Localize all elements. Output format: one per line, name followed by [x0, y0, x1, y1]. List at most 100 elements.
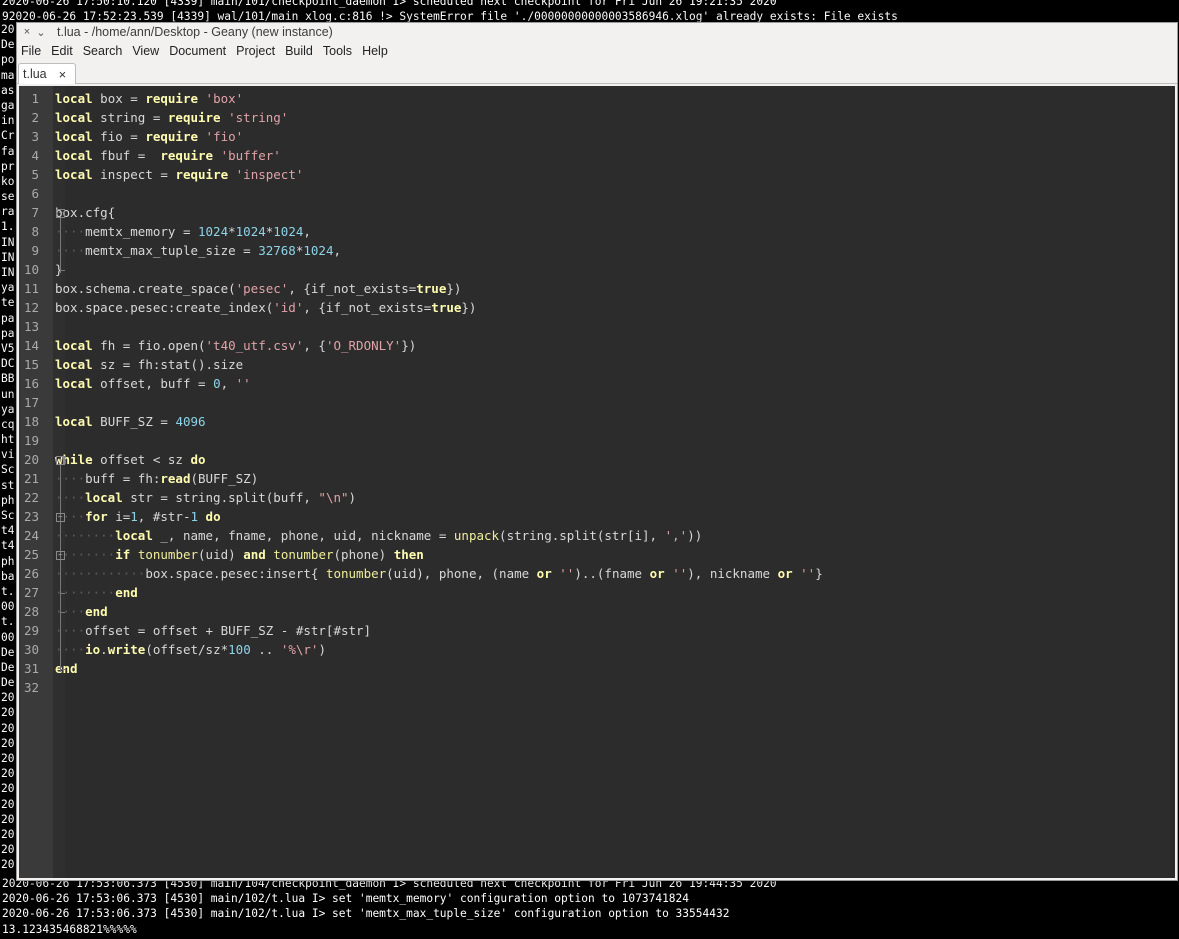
fold-guide: [60, 218, 61, 273]
line-number: 27: [23, 585, 39, 600]
terminal-fragment: se: [1, 190, 15, 204]
menu-item-view[interactable]: View: [132, 44, 159, 58]
code-line[interactable]: ········if tonumber(uid) and tonumber(ph…: [55, 545, 424, 564]
line-number: 12: [23, 300, 39, 315]
code-line[interactable]: local fh = fio.open('t40_utf.csv', {'O_R…: [55, 336, 416, 355]
code-line[interactable]: local sz = fh:stat().size: [55, 355, 243, 374]
menu-item-tools[interactable]: Tools: [323, 44, 352, 58]
line-number: 29: [23, 623, 39, 638]
code-line[interactable]: local box = require 'box': [55, 89, 243, 108]
line-number: 4: [31, 148, 39, 163]
code-line[interactable]: ····local str = string.split(buff, "\n"): [55, 488, 356, 507]
code-line[interactable]: local offset, buff = 0, '': [55, 374, 251, 393]
terminal-line: 2020-06-26 17:50:10.120 [4339] main/101/…: [2, 0, 777, 8]
fold-end-mark: [60, 611, 65, 613]
terminal-fragment: Sc: [1, 509, 15, 522]
terminal-fragment: ma: [1, 68, 15, 82]
code-line[interactable]: ····io.write(offset/sz*100 .. '%\r'): [55, 640, 326, 659]
window-menu-chevron-icon[interactable]: ⌄: [35, 26, 47, 39]
menu-item-search[interactable]: Search: [83, 44, 123, 58]
terminal-fragment: 00: [1, 600, 15, 614]
terminal-fragment: 20: [1, 736, 15, 750]
terminal-left-fragments: 20 De po ma as ga in Cr fa pr ko se ra 1. IN IN IN ya te pa…: [1, 22, 15, 873]
code-line[interactable]: ············box.space.pesec:insert{ tonu…: [55, 564, 823, 583]
line-number: 1: [31, 91, 39, 106]
terminal-fragment: 20: [1, 797, 15, 811]
menu-item-help[interactable]: Help: [362, 44, 388, 58]
code-line[interactable]: ····offset = offset + BUFF_SZ - #str[#st…: [55, 621, 371, 640]
terminal-fragment: De: [1, 645, 15, 659]
terminal-fragment: 20: [1, 752, 15, 765]
code-editor[interactable]: 1 2 3 4 5 6 7 8 9 10 11 12 13 14 15 16 17 18 19 20 21 22 23 24 2…: [19, 86, 1175, 878]
menu-item-project[interactable]: Project: [236, 44, 275, 58]
terminal-fragment: pr: [1, 159, 15, 173]
tab-t-lua[interactable]: t.lua ×: [18, 63, 76, 84]
tab-close-icon[interactable]: ×: [59, 67, 67, 82]
terminal-fragment: st: [1, 478, 15, 492]
line-number: 32: [23, 680, 39, 695]
terminal-bottom-log: 2020-06-26 17:53:06.373 [4530] main/104/…: [2, 876, 777, 937]
title-bar: × ⌄ t.lua - /home/ann/Desktop - Geany (n…: [17, 23, 1177, 41]
line-number: 25: [23, 547, 39, 562]
terminal-fragment: ht: [1, 433, 15, 447]
fold-toggle-icon[interactable]: −: [56, 456, 65, 465]
line-number: 31: [23, 661, 39, 676]
terminal-top-log: 2020-06-26 17:50:10.120 [4339] main/101/…: [2, 0, 898, 24]
menu-item-document[interactable]: Document: [169, 44, 226, 58]
line-number: 17: [23, 395, 39, 410]
code-line[interactable]: ····memtx_memory = 1024*1024*1024,: [55, 222, 311, 241]
line-number: 8: [31, 224, 39, 239]
terminal-fragment: De: [1, 38, 15, 52]
terminal-fragment: fa: [1, 144, 15, 158]
menu-item-build[interactable]: Build: [285, 44, 313, 58]
terminal-fragment: ph: [1, 493, 15, 507]
fold-toggle-icon[interactable]: −: [56, 209, 65, 218]
line-number-gutter: 1 2 3 4 5 6 7 8 9 10 11 12 13 14 15 16 17 18 19 20 21 22 23 24 2…: [19, 86, 53, 878]
code-line[interactable]: box.schema.create_space('pesec', {if_not…: [55, 279, 461, 298]
code-line[interactable]: local fbuf = require 'buffer': [55, 146, 281, 165]
code-line[interactable]: ········local _, name, fname, phone, uid…: [55, 526, 702, 545]
code-line[interactable]: local inspect = require 'inspect': [55, 165, 303, 184]
code-line[interactable]: ····buff = fh:read(BUFF_SZ): [55, 469, 258, 488]
line-number: 5: [31, 167, 39, 182]
code-line[interactable]: ····for i=1, #str-1 do: [55, 507, 221, 526]
terminal-fragment: Cr: [1, 129, 15, 143]
code-line[interactable]: ····memtx_max_tuple_size = 32768*1024,: [55, 241, 341, 260]
code-line[interactable]: local BUFF_SZ = 4096: [55, 412, 206, 431]
vertical-scrollbar[interactable]: [1161, 86, 1175, 878]
terminal-fragment: t.: [1, 584, 15, 598]
fold-toggle-icon[interactable]: −: [56, 513, 65, 522]
terminal-fragment: pa: [1, 311, 15, 325]
terminal-fragment: De: [1, 676, 15, 690]
terminal-fragment: 20: [1, 767, 15, 781]
code-line[interactable]: local string = require 'string': [55, 108, 288, 127]
terminal-fragment: De: [1, 660, 15, 674]
line-number: 19: [23, 433, 39, 448]
line-number: 6: [31, 186, 39, 201]
code-line[interactable]: ········end: [55, 583, 138, 602]
line-number: 21: [23, 471, 39, 486]
terminal-fragment: cq: [1, 417, 15, 431]
tab-bar: t.lua ×: [17, 61, 1177, 84]
line-number: 28: [23, 604, 39, 619]
line-number: 22: [23, 490, 39, 505]
terminal-fragment: 20: [1, 812, 15, 826]
window-close-icon[interactable]: ×: [21, 26, 33, 38]
terminal-fragment: ba: [1, 569, 15, 583]
code-line[interactable]: local fio = require 'fio': [55, 127, 243, 146]
fold-toggle-icon[interactable]: −: [56, 551, 65, 560]
terminal-fragment: 20: [1, 827, 15, 841]
line-number: 11: [23, 281, 39, 296]
terminal-fragment: DC: [1, 357, 15, 371]
menu-item-file[interactable]: File: [21, 44, 41, 58]
code-line[interactable]: while offset < sz do: [55, 450, 206, 469]
terminal-fragment: 20: [1, 23, 15, 36]
menu-item-edit[interactable]: Edit: [51, 44, 73, 58]
line-number: 10: [23, 262, 39, 277]
line-number: 15: [23, 357, 39, 372]
code-line[interactable]: end: [55, 659, 78, 678]
terminal-fragment: 20: [1, 691, 15, 705]
terminal-fragment: IN: [1, 235, 15, 249]
code-line[interactable]: box.space.pesec:create_index('id', {if_n…: [55, 298, 476, 317]
terminal-fragment: IN: [1, 250, 15, 264]
